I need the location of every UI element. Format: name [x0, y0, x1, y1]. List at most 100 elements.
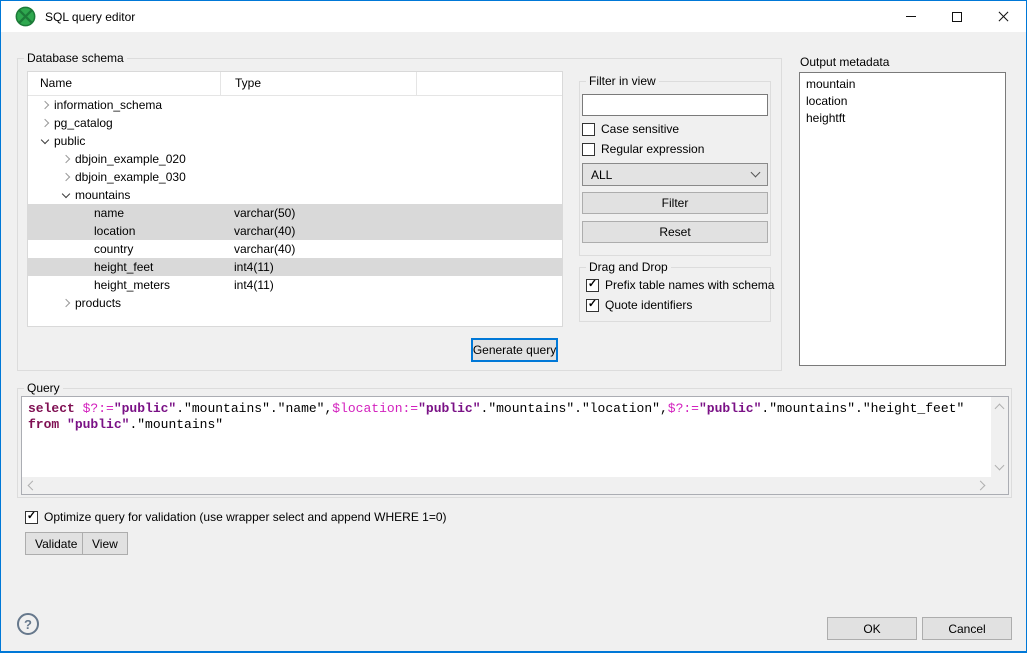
drag-and-drop-group: Drag and Drop	[579, 267, 771, 322]
chevron-collapsed-icon[interactable]	[62, 299, 70, 307]
tree-row[interactable]: mountains	[28, 186, 562, 204]
tree-node-label: height_feet	[94, 260, 153, 274]
database-schema-label: Database schema	[24, 51, 127, 65]
chevron-down-icon	[751, 168, 761, 178]
prefix-table-names-checkbox[interactable]: Prefix table names with schema	[586, 278, 774, 292]
chevron-expanded-icon[interactable]	[41, 135, 49, 143]
horizontal-scrollbar[interactable]	[22, 477, 991, 494]
maximize-icon	[952, 12, 962, 22]
column-header-name[interactable]: Name	[28, 72, 220, 95]
tree-node-type: varchar(40)	[220, 224, 295, 238]
window-title: SQL query editor	[45, 10, 135, 24]
tree-row[interactable]: dbjoin_example_020	[28, 150, 562, 168]
tree-node-label: mountains	[75, 188, 130, 202]
tree-node-label: information_schema	[54, 98, 162, 112]
tree-row[interactable]: pg_catalog	[28, 114, 562, 132]
tree-row[interactable]: location varchar(40)	[28, 222, 562, 240]
list-item[interactable]: location	[806, 93, 1005, 110]
tree-node-label: dbjoin_example_030	[75, 170, 186, 184]
regular-expression-label: Regular expression	[601, 142, 704, 156]
reset-button[interactable]: Reset	[582, 221, 768, 243]
query-line: from "public"."mountains"	[28, 417, 991, 433]
help-icon: ?	[24, 617, 32, 632]
drag-and-drop-label: Drag and Drop	[586, 260, 671, 274]
column-header-empty	[416, 72, 562, 95]
output-metadata-list[interactable]: mountainlocationheightft	[799, 72, 1006, 366]
filter-scope-dropdown[interactable]: ALL	[582, 163, 768, 186]
case-sensitive-checkbox[interactable]: Case sensitive	[582, 122, 679, 136]
case-sensitive-checkbox-box[interactable]	[582, 123, 595, 136]
tree-node-type: varchar(50)	[220, 206, 295, 220]
tree-row[interactable]: name varchar(50)	[28, 204, 562, 222]
tree-row[interactable]: countryvarchar(40)	[28, 240, 562, 258]
generate-query-button[interactable]: Generate query	[471, 338, 558, 362]
tree-row[interactable]: height_meters int4(11)	[28, 276, 562, 294]
tree-node-label: public	[54, 134, 85, 148]
cancel-button[interactable]: Cancel	[922, 617, 1012, 640]
minimize-button[interactable]	[888, 1, 934, 32]
optimize-query-label: Optimize query for validation (use wrapp…	[44, 510, 447, 524]
titlebar: SQL query editor	[1, 1, 1026, 32]
tree-node-type: int4(11)	[220, 278, 274, 292]
list-item[interactable]: heightft	[806, 110, 1005, 127]
query-text[interactable]: select $?:="public"."mountains"."name",$…	[22, 397, 991, 477]
help-button[interactable]: ?	[17, 613, 39, 635]
close-icon	[998, 11, 1009, 22]
minimize-icon	[906, 16, 916, 17]
query-label: Query	[24, 381, 63, 395]
scroll-right-icon[interactable]	[976, 481, 986, 491]
filter-in-view-label: Filter in view	[586, 74, 659, 88]
validate-button[interactable]: Validate	[25, 532, 87, 555]
tree-row[interactable]: height_feet int4(11)	[28, 258, 562, 276]
chevron-collapsed-icon[interactable]	[62, 155, 70, 163]
tree-body: information_schema pg_catalogpublic dbjoin…	[28, 96, 562, 312]
tree-node-type: int4(11)	[220, 260, 274, 274]
quote-identifiers-checkbox[interactable]: Quote identifiers	[586, 298, 692, 312]
quote-identifiers-checkbox-box[interactable]	[586, 299, 599, 312]
quote-identifiers-label: Quote identifiers	[605, 298, 692, 312]
list-item[interactable]: mountain	[806, 76, 1005, 93]
output-metadata-label: Output metadata	[800, 55, 889, 69]
scrollbar-corner	[991, 477, 1008, 494]
tree-node-label: dbjoin_example_020	[75, 152, 186, 166]
prefix-table-names-checkbox-box[interactable]	[586, 279, 599, 292]
scroll-left-icon[interactable]	[28, 481, 38, 491]
chevron-collapsed-icon[interactable]	[41, 119, 49, 127]
tree-node-label: name	[94, 206, 124, 220]
column-header-type[interactable]: Type	[220, 72, 416, 95]
prefix-table-names-label: Prefix table names with schema	[605, 278, 774, 292]
schema-tree-header: Name Type	[28, 72, 562, 96]
filter-scope-value: ALL	[591, 168, 612, 182]
ok-button[interactable]: OK	[827, 617, 917, 640]
tree-node-label: pg_catalog	[54, 116, 113, 130]
tree-node-label: location	[94, 224, 135, 238]
tree-node-type: varchar(40)	[220, 242, 295, 256]
tree-row[interactable]: information_schema	[28, 96, 562, 114]
tree-row[interactable]: products	[28, 294, 562, 312]
case-sensitive-label: Case sensitive	[601, 122, 679, 136]
view-button[interactable]: View	[82, 532, 128, 555]
filter-input[interactable]	[582, 94, 768, 116]
optimize-query-checkbox-box[interactable]	[25, 511, 38, 524]
optimize-query-checkbox[interactable]: Optimize query for validation (use wrapp…	[25, 510, 447, 524]
tree-row[interactable]: public	[28, 132, 562, 150]
app-logo-icon	[15, 6, 36, 27]
scroll-up-icon[interactable]	[995, 404, 1005, 414]
schema-tree[interactable]: Name Type information_schema pg_catalogpu…	[27, 71, 563, 327]
query-line: select $?:="public"."mountains"."name",$…	[28, 401, 991, 417]
filter-button[interactable]: Filter	[582, 192, 768, 214]
chevron-collapsed-icon[interactable]	[62, 173, 70, 181]
sql-query-editor-dialog: SQL query editor Database schema Name Ty…	[0, 0, 1027, 653]
regular-expression-checkbox-box[interactable]	[582, 143, 595, 156]
tree-node-label: height_meters	[94, 278, 170, 292]
regular-expression-checkbox[interactable]: Regular expression	[582, 142, 704, 156]
scroll-down-icon[interactable]	[995, 461, 1005, 471]
query-editor[interactable]: select $?:="public"."mountains"."name",$…	[21, 396, 1009, 495]
close-button[interactable]	[980, 1, 1026, 32]
vertical-scrollbar[interactable]	[991, 397, 1008, 477]
tree-node-label: products	[75, 296, 121, 310]
maximize-button[interactable]	[934, 1, 980, 32]
chevron-expanded-icon[interactable]	[62, 189, 70, 197]
chevron-collapsed-icon[interactable]	[41, 101, 49, 109]
tree-row[interactable]: dbjoin_example_030	[28, 168, 562, 186]
